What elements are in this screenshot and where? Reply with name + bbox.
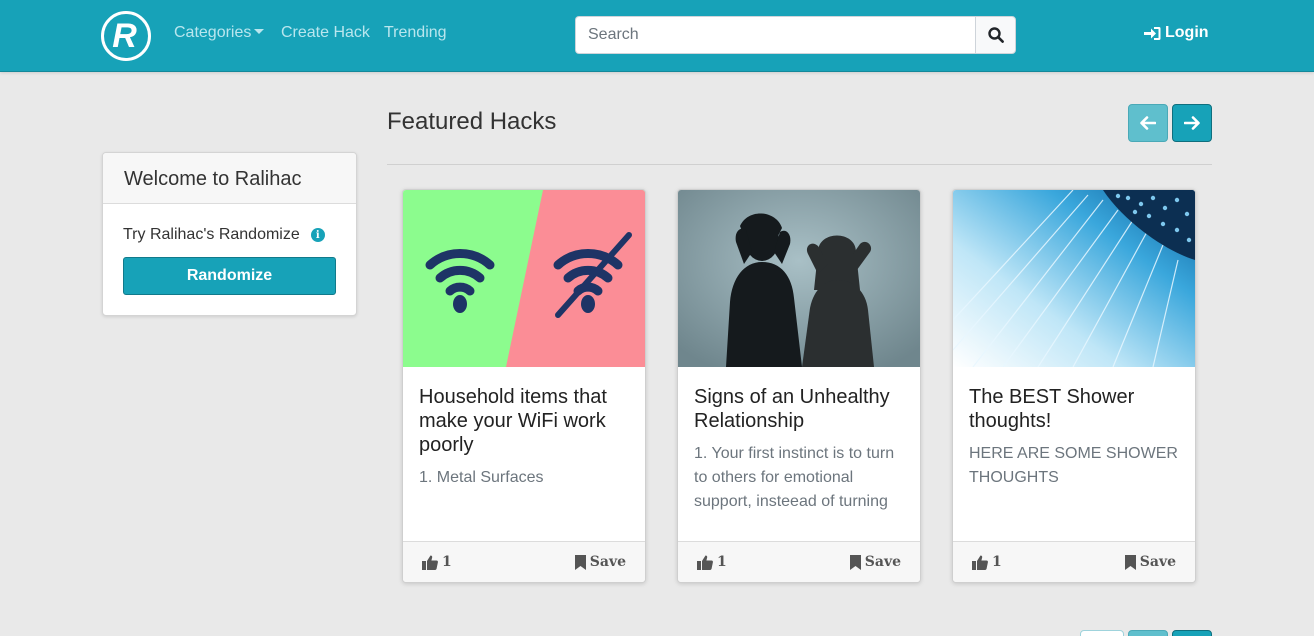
hack-title[interactable]: Household items that make your WiFi work…	[419, 385, 631, 457]
hack-card[interactable]: Signs of an Unhealthy Relationship 1. Yo…	[677, 189, 921, 583]
save-button[interactable]: Save	[574, 554, 626, 570]
bookmark-icon	[574, 554, 586, 570]
thumbs-up-icon	[422, 555, 438, 570]
search-input[interactable]	[575, 16, 975, 54]
save-label: Save	[589, 554, 626, 570]
trending-link[interactable]: Trending	[384, 24, 447, 42]
like-count: 1	[442, 554, 452, 570]
save-label: Save	[1139, 554, 1176, 570]
pagination-button[interactable]	[1080, 630, 1124, 636]
like-count: 1	[992, 554, 1002, 570]
categories-dropdown[interactable]: Categories	[174, 24, 265, 42]
create-hack-link[interactable]: Create Hack	[281, 24, 370, 42]
chevron-down-icon	[254, 28, 265, 34]
woman-silhouette	[802, 235, 874, 367]
save-label: Save	[864, 554, 901, 570]
arrow-right-icon	[1184, 116, 1200, 130]
logo-letter: R	[112, 17, 137, 55]
thumbs-up-icon	[697, 555, 713, 570]
welcome-card: Welcome to Ralihac Try Ralihac's Randomi…	[102, 152, 357, 316]
randomize-hint: Try Ralihac's Randomize	[123, 226, 300, 243]
hack-card[interactable]: Household items that make your WiFi work…	[402, 189, 646, 583]
relationship-hack-image	[678, 190, 920, 367]
featured-title: Featured Hacks	[387, 108, 557, 135]
sign-in-icon	[1144, 26, 1161, 40]
ralihac-logo[interactable]: R	[101, 11, 151, 61]
carousel-next-button[interactable]	[1172, 104, 1212, 142]
section-divider	[387, 164, 1212, 165]
save-button[interactable]: Save	[1124, 554, 1176, 570]
categories-label: Categories	[174, 24, 252, 41]
save-button[interactable]: Save	[849, 554, 901, 570]
hack-excerpt: 1. Metal Surfaces	[419, 469, 544, 486]
wifi-hack-image	[403, 190, 645, 367]
arrow-left-icon	[1140, 116, 1156, 130]
bookmark-icon	[849, 554, 861, 570]
top-navbar: R Categories Create Hack Trending Login	[0, 0, 1314, 72]
hack-card-footer: 1 Save	[403, 541, 645, 582]
hack-card[interactable]: The BEST Shower thoughts! HERE ARE SOME …	[952, 189, 1196, 583]
hack-title[interactable]: Signs of an Unhealthy Relationship	[694, 385, 906, 433]
welcome-title: Welcome to Ralihac	[103, 153, 356, 204]
hack-excerpt: 1. Your first instinct is to turn to oth…	[694, 445, 895, 510]
hack-card-footer: 1 Save	[953, 541, 1195, 582]
hack-excerpt: HERE ARE SOME SHOWER THOUGHTS	[969, 445, 1178, 486]
shower-hack-image	[953, 190, 1195, 367]
like-count: 1	[717, 554, 727, 570]
hack-title[interactable]: The BEST Shower thoughts!	[969, 385, 1181, 433]
info-icon[interactable]: i	[310, 228, 325, 242]
bookmark-icon	[1124, 554, 1136, 570]
thumbs-up-icon	[972, 555, 988, 570]
pagination-next-button[interactable]	[1172, 630, 1212, 636]
like-button[interactable]: 1	[422, 554, 452, 570]
like-button[interactable]: 1	[972, 554, 1002, 570]
login-label: Login	[1165, 24, 1209, 41]
search-button[interactable]	[975, 16, 1016, 54]
randomize-button[interactable]: Randomize	[123, 257, 336, 295]
pagination-prev-button[interactable]	[1128, 630, 1168, 636]
carousel-prev-button[interactable]	[1128, 104, 1168, 142]
login-link[interactable]: Login	[1144, 24, 1209, 42]
search-form	[575, 16, 1016, 54]
like-button[interactable]: 1	[697, 554, 727, 570]
hack-card-footer: 1 Save	[678, 541, 920, 582]
search-icon	[987, 27, 1004, 43]
